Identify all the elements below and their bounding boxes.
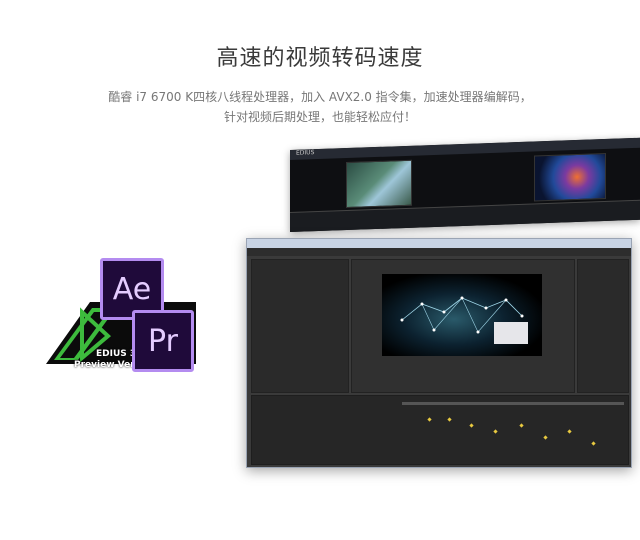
keyframe — [469, 423, 474, 428]
ae-title-bar — [247, 239, 631, 248]
after-effects-window-screenshot — [246, 238, 632, 468]
ae-timeline-panel — [251, 395, 629, 465]
keyframe — [519, 423, 524, 428]
description-line-1: 酷睿 i7 6700 K四核八线程处理器，加入 AVX2.0 指令集，加速处理器… — [108, 90, 532, 104]
headline: 高速的视频转码速度 — [216, 46, 424, 71]
edius-window-screenshot: EDIUS — [290, 137, 640, 232]
edius-recorder-monitor — [534, 152, 606, 202]
ae-menu-bar — [247, 248, 631, 256]
ae-project-panel — [251, 259, 349, 393]
keyframe — [591, 441, 596, 446]
ae-composition-canvas — [382, 274, 542, 356]
ae-composition-panel — [351, 259, 575, 393]
constellation-graphic — [400, 296, 528, 344]
ae-time-ruler — [402, 402, 624, 405]
description-line-2: 针对视频后期处理，也能轻松应付！ — [223, 110, 416, 124]
keyframe — [567, 429, 572, 434]
keyframe — [493, 429, 498, 434]
ae-effects-panel — [577, 259, 629, 393]
edius-timeline — [290, 199, 640, 232]
edius-title: EDIUS — [296, 149, 315, 157]
keyframe — [427, 417, 432, 422]
keyframe — [543, 435, 548, 440]
edius-player-monitor — [346, 159, 412, 209]
premiere-logo-icon: Pr — [132, 310, 194, 372]
keyframe — [447, 417, 452, 422]
